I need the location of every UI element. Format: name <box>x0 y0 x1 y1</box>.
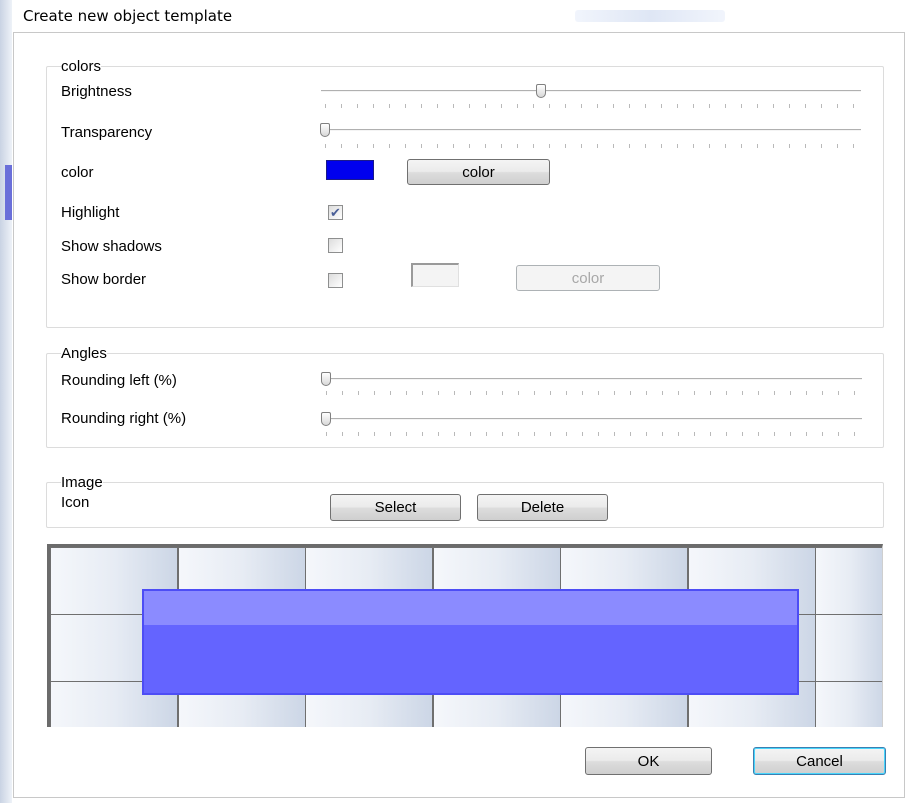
rounding-right-ticks <box>326 432 862 436</box>
colors-group-title: colors <box>61 58 102 75</box>
show-shadows-checkbox[interactable] <box>328 238 343 253</box>
title-bar[interactable]: Create new object template <box>0 0 911 30</box>
rounding-left-track <box>322 378 862 380</box>
brightness-ticks <box>325 104 861 108</box>
preview-grid-cell <box>815 681 882 727</box>
template-preview <box>47 544 883 727</box>
dialog-window: Create new object template colors Bright… <box>0 0 911 803</box>
icon-label: Icon <box>61 494 90 511</box>
rounding-left-label: Rounding left (%) <box>61 372 177 389</box>
brightness-label: Brightness <box>61 83 132 100</box>
highlight-label: Highlight <box>61 204 120 221</box>
rounding-right-track <box>322 418 862 420</box>
rounding-left-ticks <box>326 391 862 395</box>
preview-object <box>142 589 799 695</box>
rounding-right-label: Rounding right (%) <box>61 410 187 427</box>
brightness-thumb[interactable] <box>536 84 546 98</box>
window-title: Create new object template <box>23 7 233 25</box>
background-window-accent <box>5 165 12 220</box>
image-group-title: Image <box>61 474 103 491</box>
transparency-track <box>321 129 861 131</box>
select-image-button[interactable]: Select <box>330 494 461 521</box>
title-bar-ghost-text <box>575 10 725 22</box>
border-color-swatch <box>411 263 459 287</box>
show-border-label: Show border <box>61 271 147 288</box>
show-shadows-label: Show shadows <box>61 238 162 255</box>
cancel-button[interactable]: Cancel <box>753 747 886 775</box>
rounding-right-thumb[interactable] <box>321 412 331 426</box>
ok-button[interactable]: OK <box>585 747 712 775</box>
color-swatch <box>326 160 374 180</box>
brightness-track <box>321 90 861 92</box>
color-button[interactable]: color <box>407 159 550 185</box>
transparency-label: Transparency <box>61 124 153 141</box>
preview-grid-cell <box>815 547 882 615</box>
highlight-checkbox[interactable]: ✔ <box>328 205 343 220</box>
show-border-checkbox[interactable] <box>328 273 343 288</box>
angles-group-title: Angles <box>61 345 107 362</box>
rounding-left-thumb[interactable] <box>321 372 331 386</box>
transparency-ticks <box>325 144 861 148</box>
border-color-button[interactable]: color <box>516 265 660 291</box>
color-label: color <box>61 164 94 181</box>
preview-grid-cell <box>815 614 882 682</box>
delete-image-button[interactable]: Delete <box>477 494 608 521</box>
preview-object-highlight <box>144 591 797 625</box>
background-window-edge <box>0 0 12 803</box>
image-group <box>46 482 884 528</box>
transparency-thumb[interactable] <box>320 123 330 137</box>
